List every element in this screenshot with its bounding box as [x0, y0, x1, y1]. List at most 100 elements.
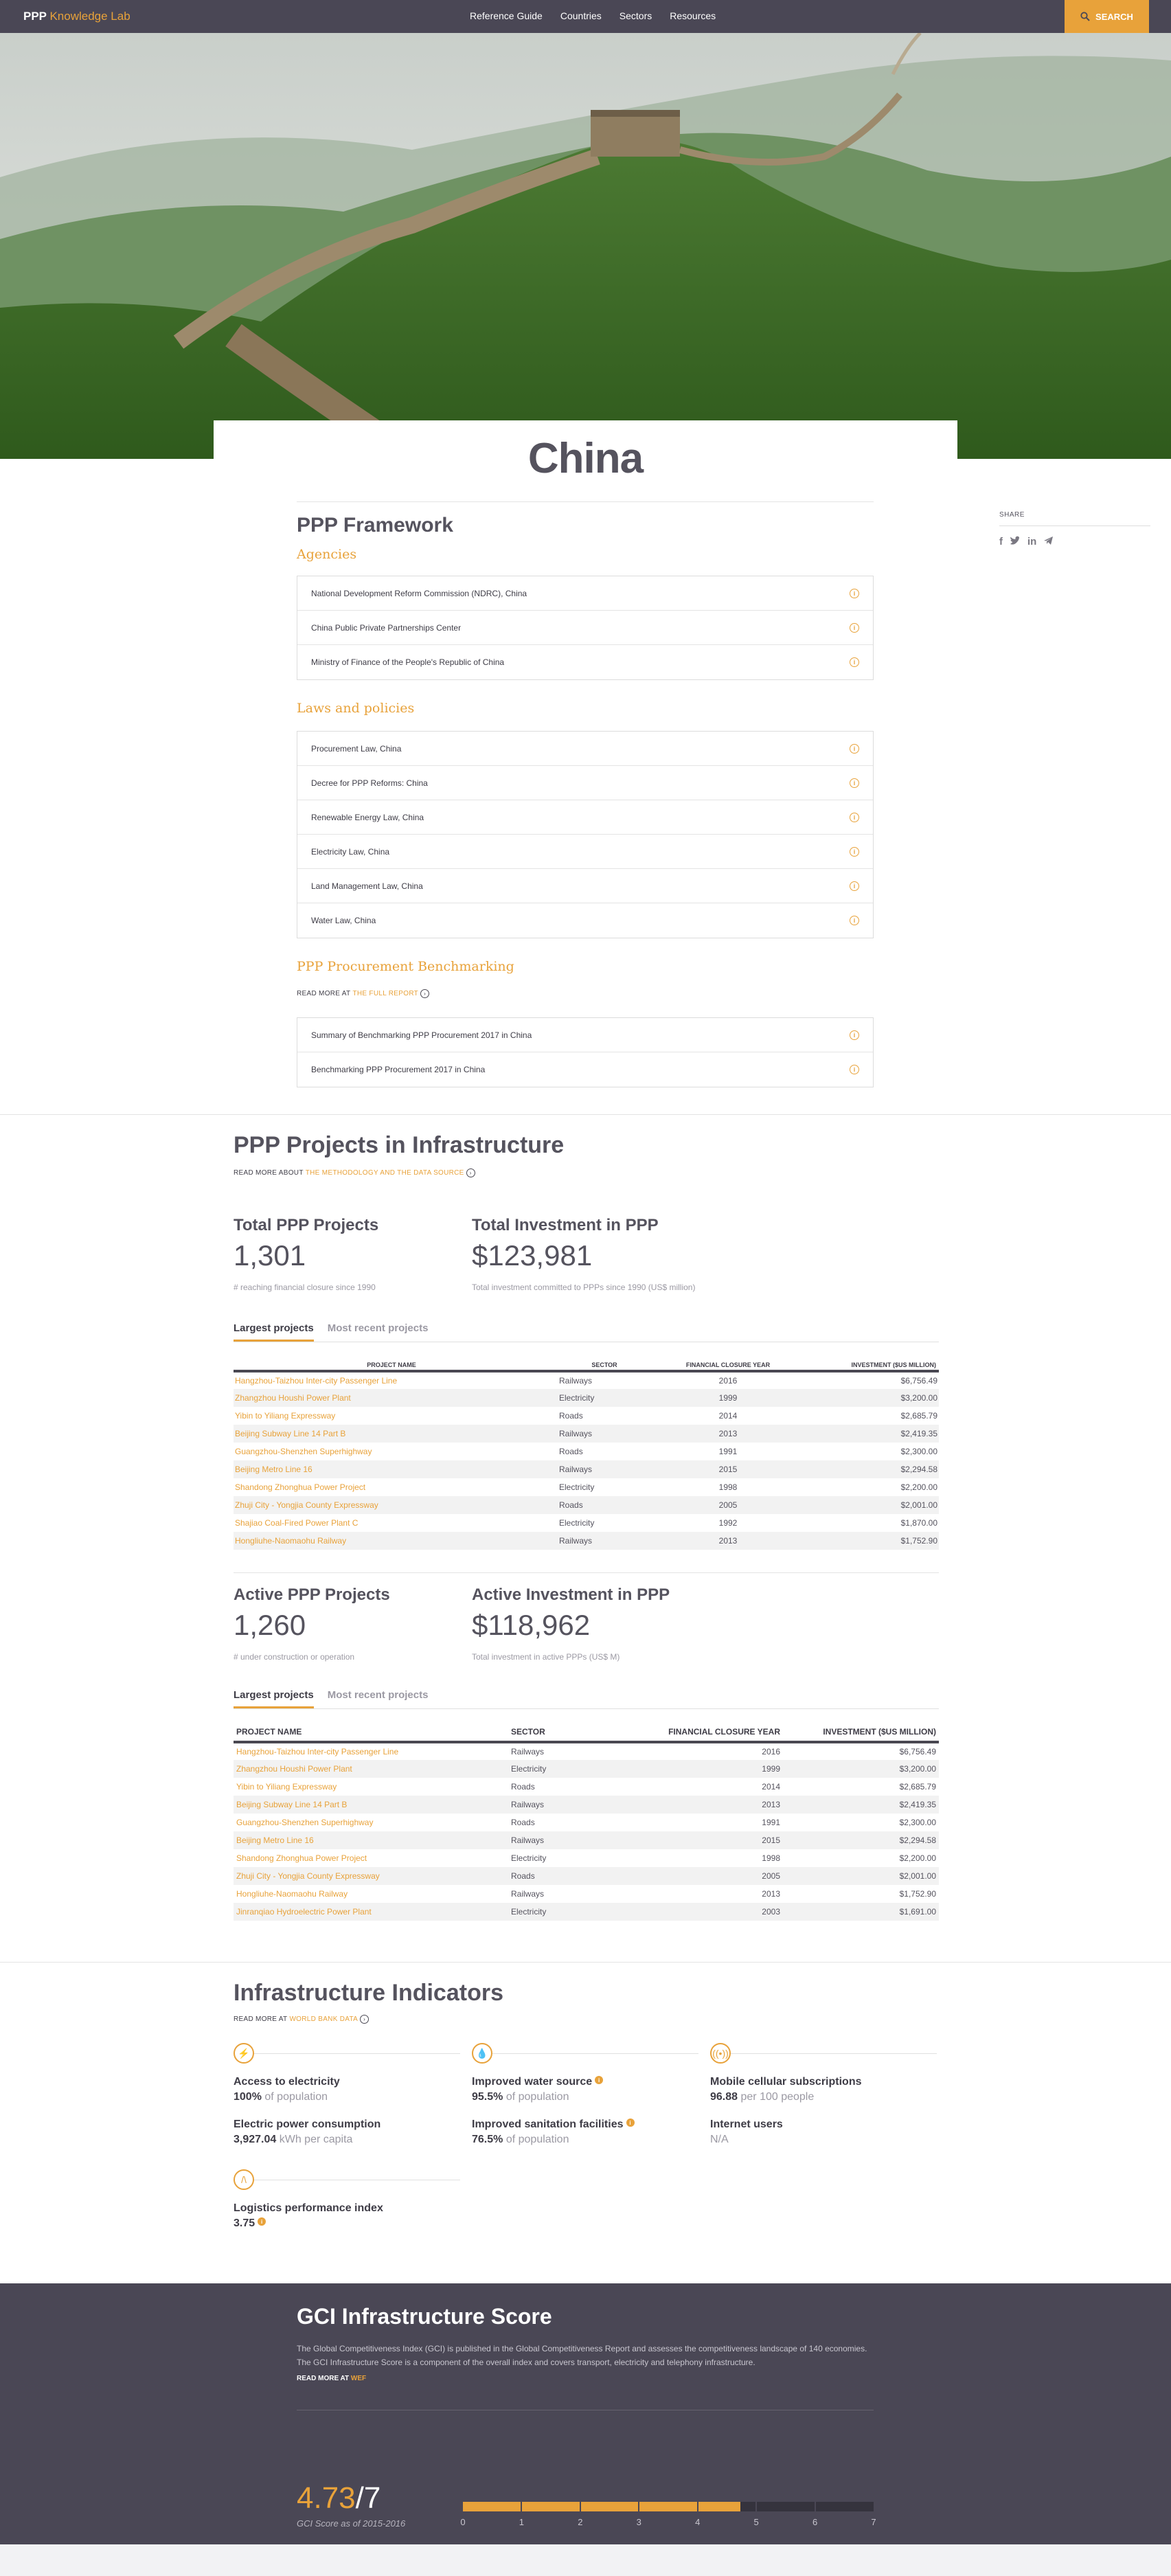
list-item[interactable]: China Public Private Partnerships Center… [297, 611, 873, 645]
internet-label: Internet users [710, 2119, 783, 2130]
list-item[interactable]: Decree for PPP Reforms: China i [297, 766, 873, 800]
info-icon[interactable]: i [850, 588, 859, 598]
col-investment[interactable]: INVESTMENT ($US MILLION) [797, 1360, 939, 1372]
project-name-cell[interactable]: Beijing Metro Line 16 [234, 1831, 508, 1849]
arrow-right-icon[interactable]: › [466, 1168, 475, 1177]
project-name-cell[interactable]: Beijing Metro Line 16 [234, 1460, 549, 1478]
project-name-cell[interactable]: Hangzhou-Taizhou Inter-city Passenger Li… [234, 1742, 508, 1760]
info-icon[interactable]: i [258, 2217, 266, 2226]
nav-countries[interactable]: Countries [560, 10, 602, 21]
col-sector[interactable]: SECTOR [549, 1360, 659, 1372]
info-icon[interactable]: i [850, 881, 859, 891]
table-row: Beijing Metro Line 16 Railways 2015 $2,294.… [234, 1460, 939, 1478]
search-button[interactable]: SEARCH [1065, 0, 1149, 33]
list-item[interactable]: Water Law, China i [297, 903, 873, 938]
info-icon[interactable]: i [595, 2076, 604, 2084]
telecom-indicators: ((•)) Mobile cellular subscriptions 96.8… [710, 2043, 937, 2146]
sector-cell: Electricity [559, 1518, 595, 1528]
world-bank-data-link[interactable]: WORLD BANK DATA [289, 2015, 358, 2023]
stat-sub: Total investment committed to PPPs since… [472, 1283, 696, 1292]
list-item[interactable]: Benchmarking PPP Procurement 2017 in Chi… [297, 1052, 873, 1087]
investment-cell: $1,691.00 [783, 1903, 939, 1921]
site-logo[interactable]: PPP Knowledge Lab [23, 10, 130, 23]
full-report-link[interactable]: THE FULL REPORT [352, 990, 418, 997]
info-icon[interactable]: i [850, 778, 859, 788]
project-name-cell[interactable]: Guangzhou-Shenzhen Superhighway [234, 1814, 508, 1831]
table-row: Guangzhou-Shenzhen Superhighway Roads 1991… [234, 1443, 939, 1460]
list-item[interactable]: National Development Reform Commission (… [297, 576, 873, 611]
project-name-cell[interactable]: Jinranqiao Hydroelectric Power Plant [234, 1903, 508, 1921]
closure-year-cell: 2005 [659, 1496, 797, 1514]
list-item[interactable]: Renewable Energy Law, China i [297, 800, 873, 835]
info-icon[interactable]: i [850, 916, 859, 925]
info-icon[interactable]: i [850, 812, 859, 822]
sector-cell: Roads [511, 1782, 535, 1792]
col-project-name[interactable]: PROJECT NAME [234, 1723, 508, 1743]
twitter-icon[interactable] [1010, 536, 1021, 546]
scale-tick-label: 2 [578, 2517, 583, 2527]
nav-resources[interactable]: Resources [670, 10, 716, 21]
project-name-cell[interactable]: Zhangzhou Houshi Power Plant [234, 1389, 549, 1407]
info-icon[interactable]: i [850, 622, 859, 633]
hero-image [0, 33, 1171, 459]
col-project-name[interactable]: PROJECT NAME [234, 1360, 549, 1372]
water-value: 95.5% of population [472, 2091, 698, 2103]
list-item[interactable]: Summary of Benchmarking PPP Procurement … [297, 1018, 873, 1052]
project-name-cell[interactable]: Beijing Subway Line 14 Part B [234, 1796, 508, 1814]
info-icon[interactable]: i [850, 846, 859, 857]
project-name-cell[interactable]: Shajiao Coal-Fired Power Plant C [234, 1514, 549, 1532]
info-icon[interactable]: i [850, 657, 859, 667]
project-name-cell[interactable]: Guangzhou-Shenzhen Superhighway [234, 1443, 549, 1460]
list-item[interactable]: Land Management Law, China i [297, 869, 873, 903]
project-name-cell[interactable]: Shandong Zhonghua Power Project [234, 1849, 508, 1867]
active-projects-stat: Active PPP Projects 1,260 # under constr… [234, 1585, 472, 1663]
active-stats: Active PPP Projects 1,260 # under constr… [234, 1585, 939, 1663]
info-icon[interactable]: i [850, 1065, 859, 1074]
item-label: Renewable Energy Law, China [311, 812, 424, 822]
project-name-cell[interactable]: Zhuji City - Yongjia County Expressway [234, 1867, 508, 1885]
info-icon[interactable]: i [850, 1030, 859, 1040]
item-label: Procurement Law, China [311, 743, 402, 754]
project-name-cell[interactable]: Hongliuhe-Naomaohu Railway [234, 1532, 549, 1550]
nav-sectors[interactable]: Sectors [619, 10, 652, 21]
project-name-cell[interactable]: Hangzhou-Taizhou Inter-city Passenger Li… [234, 1371, 549, 1389]
tab-largest-projects[interactable]: Largest projects [234, 1322, 314, 1342]
table-row: Zhuji City - Yongjia County Expressway Ro… [234, 1496, 939, 1514]
arrow-right-icon[interactable]: › [420, 989, 430, 998]
col-sector[interactable]: SECTOR [508, 1723, 618, 1743]
list-item[interactable]: Procurement Law, China i [297, 732, 873, 766]
nav-reference-guide[interactable]: Reference Guide [470, 10, 543, 21]
list-item[interactable]: Ministry of Finance of the People's Repu… [297, 645, 873, 679]
divider [254, 2053, 460, 2054]
methodology-link[interactable]: THE METHODOLOGY AND THE DATA SOURCE [306, 1169, 464, 1177]
col-closure-year[interactable]: FINANCIAL CLOSURE YEAR [618, 1723, 783, 1743]
total-investment-stat: Total Investment in PPP $123,981 Total i… [472, 1216, 698, 1293]
project-name-cell[interactable]: Yibin to Yiliang Expressway [234, 1778, 508, 1796]
divider [297, 501, 874, 502]
telegram-icon[interactable] [1043, 536, 1054, 545]
value-number: 3.75 [234, 2217, 255, 2229]
projects-tabs: Largest projects Most recent projects [234, 1322, 939, 1342]
project-name-cell[interactable]: Yibin to Yiliang Expressway [234, 1407, 549, 1425]
project-name-cell[interactable]: Zhuji City - Yongjia County Expressway [234, 1496, 549, 1514]
project-name-cell[interactable]: Shandong Zhonghua Power Project [234, 1478, 549, 1496]
stat-sub: # reaching financial closure since 1990 [234, 1283, 376, 1292]
col-investment[interactable]: INVESTMENT ($US MILLION) [783, 1723, 939, 1743]
arrow-right-icon[interactable]: › [360, 2015, 370, 2024]
facebook-icon[interactable]: f [999, 536, 1003, 547]
linkedin-icon[interactable]: in [1027, 536, 1036, 547]
wef-link[interactable]: WEF [351, 2375, 366, 2382]
tab-most-recent-projects[interactable]: Most recent projects [328, 1322, 429, 1342]
tab-largest-projects[interactable]: Largest projects [234, 1689, 314, 1708]
list-item[interactable]: Electricity Law, China i [297, 835, 873, 869]
col-closure-year[interactable]: FINANCIAL CLOSURE YEAR [659, 1360, 797, 1372]
logo-knowledge-lab: Knowledge Lab [49, 10, 130, 23]
table-row: Zhangzhou Houshi Power Plant Electricity 1… [234, 1760, 939, 1778]
info-icon[interactable]: i [626, 2119, 635, 2127]
project-name-cell[interactable]: Hongliuhe-Naomaohu Railway [234, 1885, 508, 1903]
closure-year-cell: 2015 [618, 1831, 783, 1849]
project-name-cell[interactable]: Zhangzhou Houshi Power Plant [234, 1760, 508, 1778]
project-name-cell[interactable]: Beijing Subway Line 14 Part B [234, 1425, 549, 1443]
tab-most-recent-projects[interactable]: Most recent projects [328, 1689, 429, 1708]
info-icon[interactable]: i [850, 743, 859, 754]
